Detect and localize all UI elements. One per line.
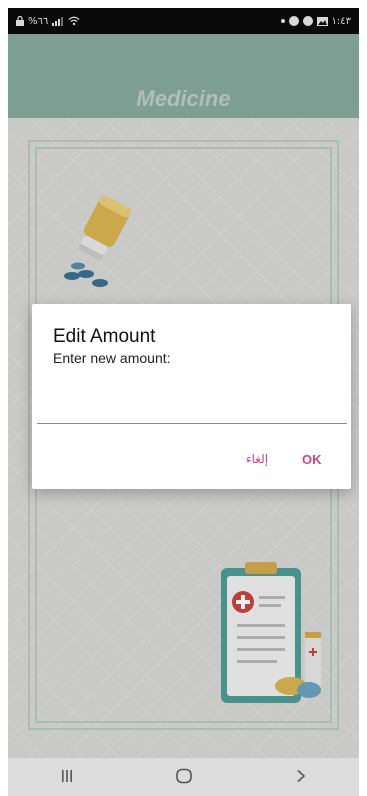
lock-icon	[16, 16, 24, 26]
messenger-icon	[302, 16, 313, 26]
app-bar: Medicine	[8, 34, 359, 118]
dialog-message: Enter new amount:	[53, 350, 171, 366]
app-notification-icon	[288, 16, 299, 26]
amount-input[interactable]	[37, 398, 347, 424]
gallery-icon	[316, 16, 328, 26]
status-right: ١:٤٣	[280, 15, 351, 27]
clipboard-illustration	[221, 562, 321, 703]
notification-dot-icon	[280, 19, 285, 23]
home-icon	[175, 768, 193, 787]
back-icon	[295, 769, 307, 786]
clock: ١:٤٣	[331, 15, 351, 27]
cancel-button[interactable]: إلغاء	[242, 450, 272, 468]
ok-button[interactable]: OK	[298, 450, 326, 469]
edit-amount-dialog: Edit Amount Enter new amount: إلغاء OK	[32, 304, 351, 489]
dialog-title: Edit Amount	[53, 326, 156, 347]
app-title: Medicine	[136, 86, 231, 111]
screen: %٦٦ ١:٤٣ Medicine Edit Amount Enter new …	[8, 8, 359, 796]
status-left: %٦٦	[16, 16, 80, 27]
recents-icon	[60, 769, 74, 786]
home-button[interactable]	[164, 762, 204, 792]
recents-button[interactable]	[47, 762, 87, 792]
back-button[interactable]	[281, 762, 321, 792]
wifi-icon	[68, 16, 80, 26]
signal-icon	[52, 16, 64, 26]
battery-percent: %٦٦	[28, 15, 49, 27]
status-bar: %٦٦ ١:٤٣	[8, 8, 359, 34]
navigation-bar	[8, 758, 359, 796]
pill-bottle-illustration	[64, 195, 132, 287]
